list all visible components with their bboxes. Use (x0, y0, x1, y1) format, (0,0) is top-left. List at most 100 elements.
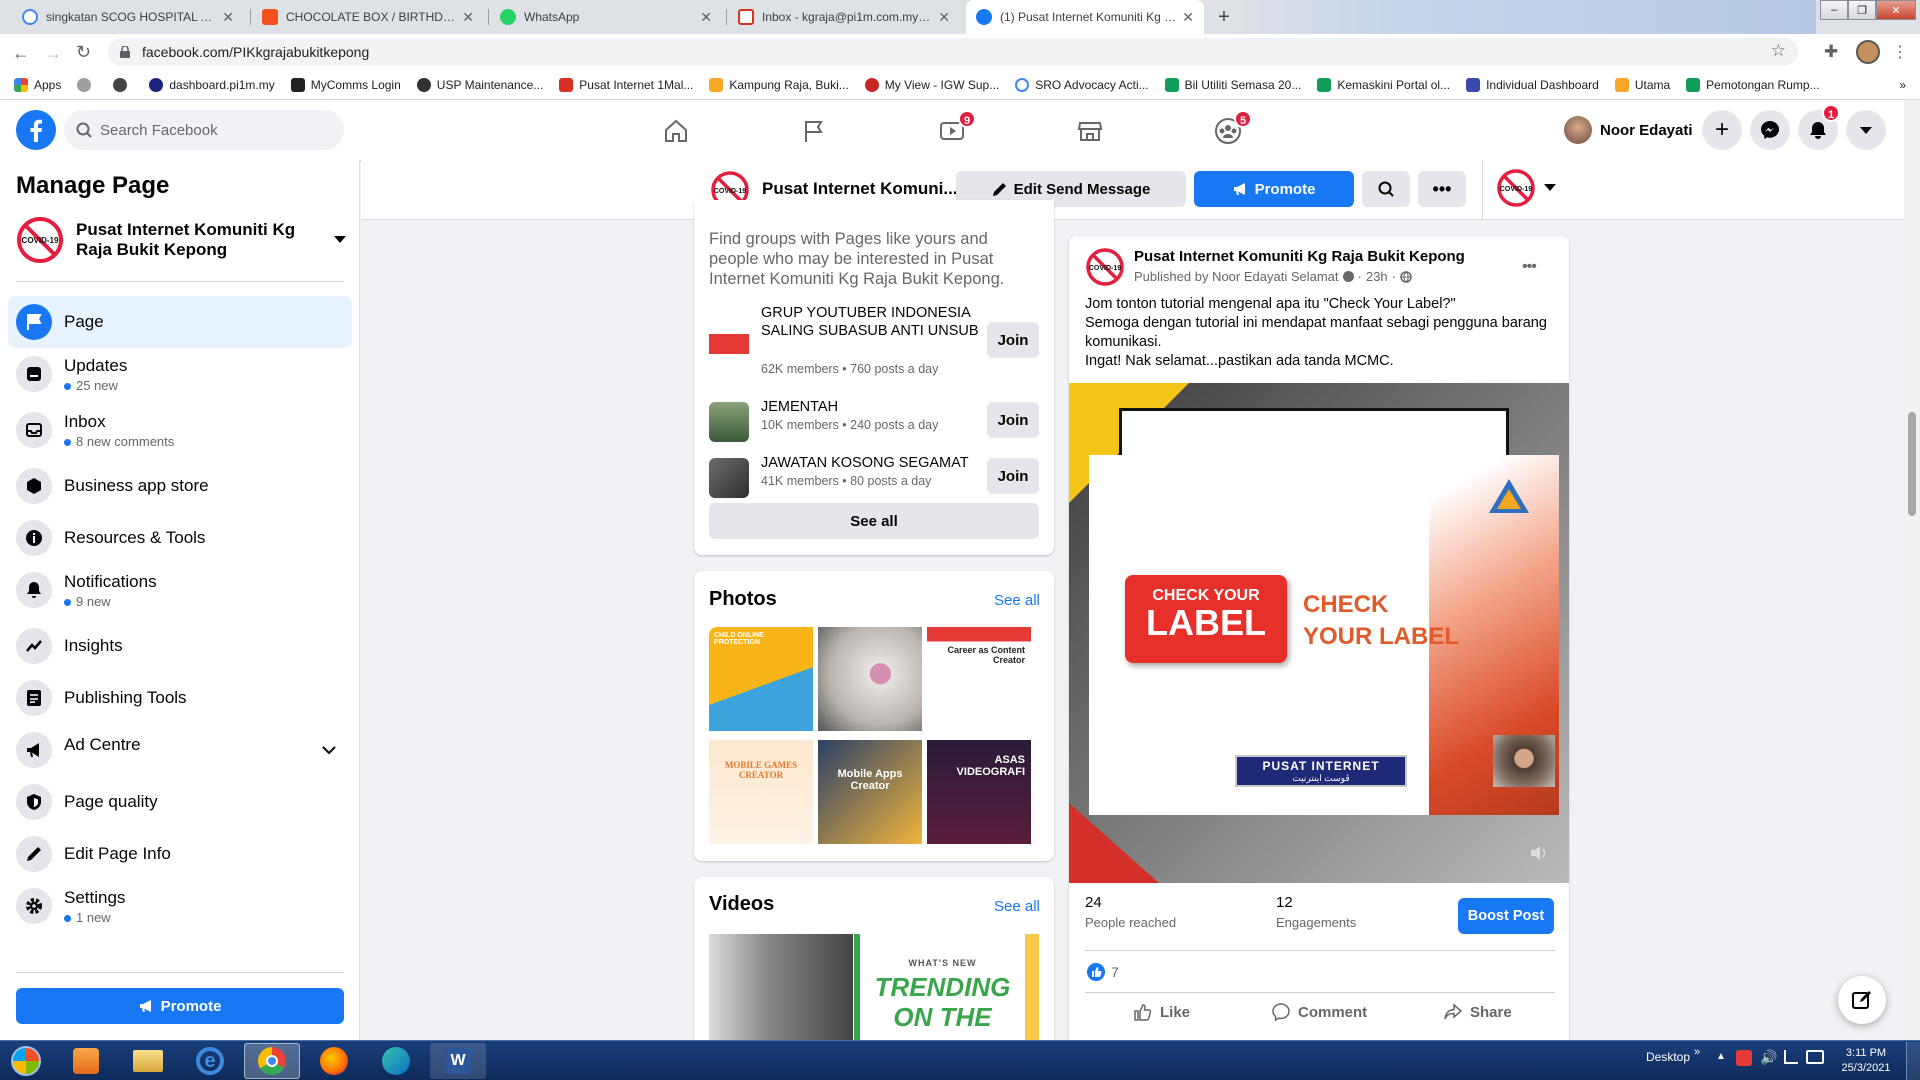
profile-button[interactable]: Noor Edayati (1558, 112, 1699, 148)
bookmark-item[interactable]: Utama (1614, 77, 1670, 92)
nav-pages[interactable] (758, 106, 870, 156)
chevron-down-icon[interactable] (322, 745, 336, 755)
chrome-menu-icon[interactable]: ⋮ (1892, 42, 1908, 62)
show-hidden-icons[interactable]: ▲ (1716, 1051, 1726, 1062)
join-button[interactable]: Join (987, 322, 1039, 358)
post-video[interactable]: CHECK YOUR LABEL CHECK YOUR LABEL PUSAT … (1069, 383, 1569, 883)
action-center-flag-icon[interactable] (1784, 1050, 1798, 1064)
browser-tab-active[interactable]: (1) Pusat Internet Komuniti Kg Ra ✕ (966, 0, 1204, 34)
sidebar-item-business-app-store[interactable]: Business app store (8, 460, 352, 512)
group-row[interactable]: JAWATAN KOSONG SEGAMAT 41K members • 80 … (709, 452, 1039, 504)
photo-thumbnail[interactable]: CHILD ONLINE PROTECTION (709, 627, 813, 731)
bookmark-star-icon[interactable]: ☆ (1771, 41, 1786, 61)
sidebar-item-insights[interactable]: Insights (8, 620, 352, 672)
bookmark-item[interactable] (113, 77, 133, 92)
taskbar-file-explorer[interactable] (120, 1043, 176, 1079)
taskbar-chrome[interactable] (244, 1043, 300, 1079)
videos-see-all-link[interactable]: See all (994, 898, 1040, 915)
bookmark-item[interactable]: SRO Advocacy Acti... (1015, 77, 1149, 92)
clock[interactable]: 3:11 PM 25/3/2021 (1836, 1046, 1896, 1076)
new-tab-button[interactable]: + (1212, 6, 1236, 30)
url-bar[interactable]: facebook.com/PIKkgrajabukitkepong ☆ (108, 38, 1798, 66)
sidebar-item-settings[interactable]: Settings 1 new (8, 880, 352, 932)
video-thumbnail[interactable]: WHAT'S NEW TRENDING ON THE (854, 934, 1039, 1040)
back-icon[interactable]: ← (12, 43, 30, 64)
photo-thumbnail[interactable]: Mobile Apps Creator (818, 740, 922, 844)
photos-see-all-link[interactable]: See all (994, 592, 1040, 609)
photo-thumbnail[interactable]: ASAS VIDEOGRAFI (927, 740, 1031, 844)
sidebar-item-ad-centre[interactable]: Ad Centre (8, 724, 352, 776)
desktop-toolbar-label[interactable]: Desktop (1646, 1050, 1690, 1064)
scrollbar-thumb[interactable] (1908, 412, 1916, 516)
bookmark-item[interactable]: MyComms Login (290, 77, 401, 92)
sidebar-item-page[interactable]: Page (8, 296, 352, 348)
taskbar-edge[interactable] (368, 1043, 424, 1079)
photo-thumbnail[interactable]: MOBILE GAMES CREATOR (709, 740, 813, 844)
volume-icon[interactable]: 🔊 (1760, 1049, 1777, 1066)
browser-tab[interactable]: singkatan SCOG HOSPITAL AMIN ✕ (12, 0, 244, 34)
groups-see-all-button[interactable]: See all (709, 503, 1039, 539)
facebook-logo-icon[interactable] (16, 110, 56, 150)
post-options-icon[interactable]: ••• (1522, 258, 1537, 276)
sidebar-item-updates[interactable]: Updates 25 new (8, 348, 352, 400)
voice-selector[interactable]: COVID-19 (1496, 168, 1556, 208)
messenger-button[interactable] (1750, 110, 1790, 150)
new-message-button[interactable] (1838, 976, 1886, 1024)
nav-marketplace[interactable] (1034, 106, 1146, 156)
start-button[interactable] (0, 1043, 52, 1079)
post-page-name[interactable]: Pusat Internet Komuniti Kg Raja Bukit Ke… (1134, 248, 1465, 265)
network-icon[interactable] (1806, 1050, 1824, 1064)
bookmark-item[interactable]: Bil Utiliti Semasa 20... (1164, 77, 1301, 92)
tray-app-icon[interactable] (1736, 1050, 1752, 1066)
reactions-summary[interactable]: 7 (1087, 963, 1119, 981)
sidebar-item-inbox[interactable]: Inbox 8 new comments (8, 404, 352, 456)
extensions-icon[interactable]: ✚ (1824, 42, 1838, 62)
bookmark-item[interactable]: Kemaskini Portal ol... (1317, 77, 1450, 92)
close-tab-icon[interactable]: ✕ (700, 9, 712, 26)
bookmark-item[interactable]: My View - IGW Sup... (864, 77, 999, 92)
create-button[interactable]: + (1702, 110, 1742, 150)
group-row[interactable]: JEMENTAH 10K members • 240 posts a day J… (709, 396, 1039, 448)
video-thumbnail[interactable] (709, 934, 853, 1040)
sidebar-item-edit-page-info[interactable]: Edit Page Info (8, 828, 352, 880)
browser-tab[interactable]: WhatsApp ✕ (490, 0, 722, 34)
browser-tab[interactable]: CHOCOLATE BOX / BIRTHDAY GI ✕ (252, 0, 484, 34)
page-name[interactable]: Pusat Internet Komuniti Kg Raja Bukit Ke… (76, 220, 302, 260)
sidebar-promote-button[interactable]: Promote (16, 988, 344, 1024)
comment-button[interactable]: Comment (1272, 1003, 1367, 1021)
taskbar-firefox[interactable] (306, 1043, 362, 1079)
nav-watch[interactable]: 9 (896, 106, 1008, 156)
group-row[interactable]: GRUP YOUTUBER INDONESIA SALING SUBASUB A… (709, 304, 1039, 376)
close-tab-icon[interactable]: ✕ (1182, 9, 1194, 26)
bookmark-item[interactable] (77, 77, 97, 92)
sidebar-item-publishing-tools[interactable]: Publishing Tools (8, 672, 352, 724)
help-icon[interactable] (1342, 271, 1354, 282)
close-tab-icon[interactable]: ✕ (938, 9, 950, 26)
boost-post-button[interactable]: Boost Post (1458, 898, 1554, 934)
nav-home[interactable] (620, 106, 732, 156)
notifications-button[interactable]: 1 (1798, 104, 1840, 150)
more-bookmarks-icon[interactable]: » (1899, 78, 1906, 92)
sidebar-item-resources-tools[interactable]: Resources & Tools (8, 512, 352, 564)
photo-thumbnail[interactable] (818, 627, 922, 731)
post-page-avatar-nocovid-icon[interactable]: COVID-19 (1085, 247, 1125, 287)
share-button[interactable]: Share (1444, 1003, 1512, 1021)
sidebar-item-notifications[interactable]: Notifications 9 new (8, 564, 352, 616)
bookmark-apps[interactable]: Apps (14, 77, 61, 92)
minimize-button[interactable]: – (1820, 0, 1848, 20)
page-switcher-caret-icon[interactable] (334, 236, 346, 244)
page-search-button[interactable] (1362, 171, 1410, 207)
show-desktop-button[interactable] (1906, 1042, 1920, 1080)
join-button[interactable]: Join (987, 402, 1039, 438)
close-window-button[interactable]: ✕ (1876, 0, 1916, 20)
bookmark-item[interactable]: Pemotongan Rump... (1686, 77, 1820, 92)
like-button[interactable]: Like (1134, 1003, 1190, 1021)
taskbar-word[interactable]: W (430, 1043, 486, 1079)
toolbar-expand-icon[interactable]: » (1694, 1046, 1700, 1058)
bookmark-item[interactable]: Kampung Raja, Buki... (709, 77, 849, 92)
close-tab-icon[interactable]: ✕ (462, 9, 474, 26)
photo-thumbnail[interactable]: Career as Content Creator (927, 627, 1031, 731)
join-button[interactable]: Join (987, 458, 1039, 494)
bookmark-item[interactable]: USP Maintenance... (416, 77, 543, 92)
forward-icon[interactable]: → (44, 43, 62, 64)
